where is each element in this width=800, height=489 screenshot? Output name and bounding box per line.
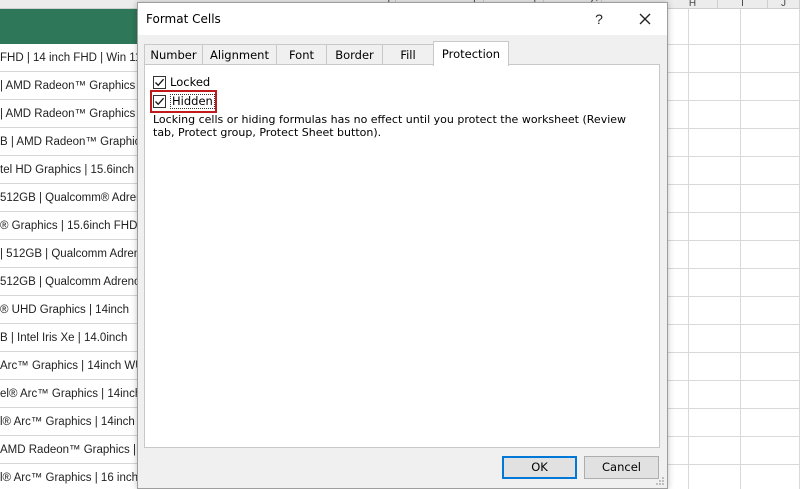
table-cell[interactable]: l® Arc™ Graphics | 16 inch — [0, 464, 138, 489]
ok-button[interactable]: OK — [502, 456, 577, 479]
grid-line — [688, 9, 689, 489]
help-icon: ? — [595, 11, 603, 27]
tab-alignment[interactable]: Alignment — [202, 44, 277, 65]
grid-line — [668, 268, 800, 269]
tab-number[interactable]: Number — [144, 44, 203, 65]
table-cell[interactable]: 512GB | Qualcomm Adreno | — [0, 268, 138, 296]
table-cell[interactable]: | 512GB | Qualcomm Adreno — [0, 240, 138, 268]
grid-line — [668, 352, 800, 353]
grid-line — [668, 156, 800, 157]
grid-line — [668, 128, 800, 129]
table-cell[interactable]: l® Arc™ Graphics | 14inch — [0, 408, 138, 436]
table-cell[interactable]: B | AMD Radeon™ Graphics | 1 — [0, 128, 138, 156]
tab-fill[interactable]: Fill — [382, 44, 434, 65]
tab-font[interactable]: Font — [276, 44, 327, 65]
table-cell[interactable]: ® Graphics | 15.6inch FHD | W — [0, 212, 138, 240]
grid-line — [668, 72, 800, 73]
table-cell[interactable]: el® Arc™ Graphics | 14inch — [0, 380, 138, 408]
protection-panel: Locked Hidden Locking cells or hiding fo… — [144, 64, 660, 448]
column-header[interactable]: J — [768, 0, 800, 9]
grid-line — [668, 464, 800, 465]
grid-line — [668, 324, 800, 325]
grid-line — [668, 240, 800, 241]
column-header[interactable]: I — [718, 0, 768, 9]
hidden-option[interactable]: Hidden — [153, 93, 215, 109]
hidden-label: Hidden — [170, 93, 215, 109]
grid-line — [668, 44, 800, 45]
grid-line — [668, 436, 800, 437]
locked-label: Locked — [170, 75, 211, 89]
header-row-fill — [0, 9, 138, 44]
tab-border[interactable]: Border — [326, 44, 383, 65]
table-cell[interactable]: tel HD Graphics | 15.6inch FH — [0, 156, 138, 184]
format-cells-dialog: Format Cells ? Number Alignment Font Bor… — [137, 2, 668, 489]
grid-line — [668, 380, 800, 381]
dialog-titlebar[interactable]: Format Cells ? — [138, 3, 667, 35]
table-cell[interactable]: FHD | 14 inch FHD | Win 11 | E — [0, 44, 138, 72]
grid-line — [668, 408, 800, 409]
resize-grip-icon[interactable] — [655, 476, 665, 486]
close-button[interactable] — [629, 5, 661, 33]
table-cell[interactable]: AMD Radeon™ Graphics | — [0, 436, 138, 464]
grid-line — [668, 184, 800, 185]
checkmark-icon — [155, 97, 165, 105]
cancel-button[interactable]: Cancel — [584, 456, 659, 479]
help-button[interactable]: ? — [584, 5, 614, 33]
grid-line — [668, 100, 800, 101]
column-a-cells: FHD | 14 inch FHD | Win 11 | E | AMD Rad… — [0, 44, 138, 489]
table-cell[interactable]: B | Intel Iris Xe | 14.0inch — [0, 324, 138, 352]
dialog-title: Format Cells — [146, 12, 221, 26]
grid-line — [740, 9, 741, 489]
protection-info-text: Locking cells or hiding formulas has no … — [153, 113, 627, 139]
table-cell[interactable]: 512GB | Qualcomm® Adreno — [0, 184, 138, 212]
table-cell[interactable]: | AMD Radeon™ Graphics | 1 — [0, 100, 138, 128]
locked-checkbox[interactable] — [153, 75, 166, 89]
locked-option[interactable]: Locked — [153, 74, 210, 90]
grid-line — [668, 296, 800, 297]
tab-protection[interactable]: Protection — [433, 41, 509, 66]
hidden-checkbox[interactable] — [153, 94, 166, 108]
table-cell[interactable]: Arc™ Graphics | 14inch WU — [0, 352, 138, 380]
table-cell[interactable]: | AMD Radeon™ Graphics | 1 — [0, 72, 138, 100]
checkmark-icon — [155, 78, 165, 86]
grid-line — [668, 212, 800, 213]
column-header[interactable]: H — [668, 0, 718, 9]
table-cell[interactable]: ® UHD Graphics | 14inch — [0, 296, 138, 324]
close-icon — [639, 13, 651, 25]
